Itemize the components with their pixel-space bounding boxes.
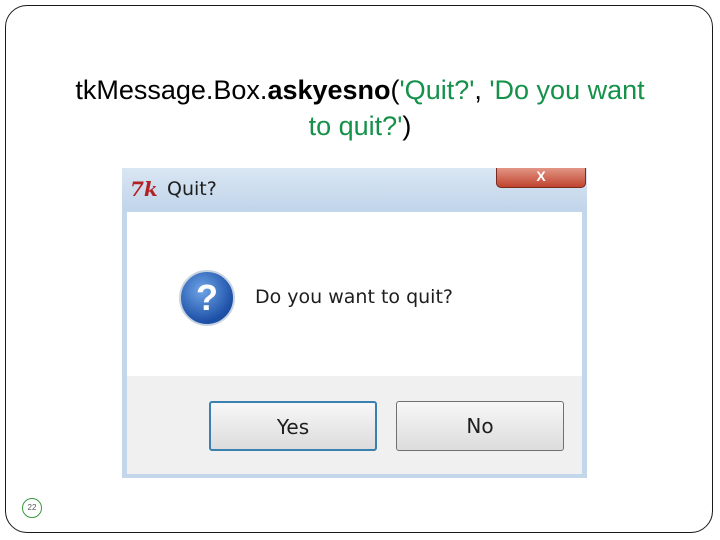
yes-button[interactable]: Yes xyxy=(209,401,377,451)
title-line-2: to quit?') xyxy=(308,111,412,141)
dialog-button-area: Yes No xyxy=(127,376,582,474)
messagebox-dialog: 7k Quit? X ? Do you want to quit? Yes No xyxy=(122,168,587,478)
dialog-titlebar[interactable]: 7k Quit? X xyxy=(122,168,587,210)
question-icon: ? xyxy=(179,270,235,326)
dialog-message: Do you want to quit? xyxy=(255,286,453,308)
close-icon: X xyxy=(536,168,546,184)
tk-app-icon: 7k xyxy=(130,177,158,201)
no-button[interactable]: No xyxy=(396,401,564,451)
close-button[interactable]: X xyxy=(496,168,586,188)
slide-title: tkMessage.Box.askyesno('Quit?', 'Do you … xyxy=(0,72,720,144)
slide-number: 22 xyxy=(22,498,42,518)
dialog-content: ? Do you want to quit? xyxy=(127,212,582,376)
dialog-title: Quit? xyxy=(167,178,217,200)
title-line-1: tkMessage.Box.askyesno('Quit?', 'Do you … xyxy=(75,75,645,105)
